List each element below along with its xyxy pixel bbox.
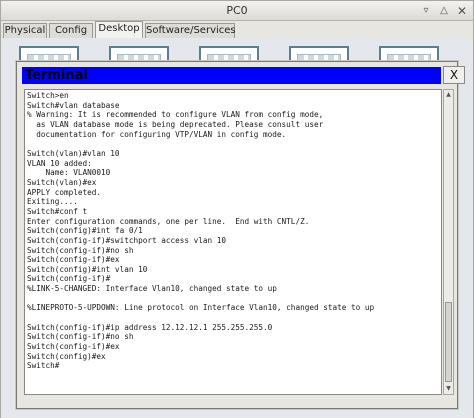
console-line: Switch>en — [27, 91, 69, 100]
console-line: Enter configuration commands, one per li… — [27, 216, 310, 226]
console-line: Switch(config-if)#ex — [27, 342, 120, 352]
console-output: Switch>en Switch#vlan database% Warning: … — [27, 91, 437, 371]
tab-desktop[interactable]: Desktop — [95, 21, 143, 38]
console-line: Switch(vlan)#vlan 10 — [27, 148, 120, 158]
console-line: Switch#conf t — [27, 206, 88, 216]
console-line: Switch(config-if)#no sh — [27, 332, 134, 342]
tab-physical[interactable]: Physical — [3, 23, 47, 38]
terminal-window: Terminal X Switch>en Switch#vlan database… — [16, 61, 465, 409]
pc0-window: PC0 ▿ △ ✕ Physical Config Desktop Softwa… — [0, 0, 474, 418]
console-line: %LINEPROTO-5-UPDOWN: Line protocol on In… — [27, 303, 375, 313]
terminal-close-button[interactable]: X — [443, 66, 465, 84]
tab-config[interactable]: Config — [49, 23, 93, 38]
console-line: Name: VLAN0010 — [27, 168, 111, 178]
terminal-console[interactable]: Switch>en Switch#vlan database% Warning: … — [24, 89, 442, 395]
console-line: Switch(config-if)#switchport access vlan… — [27, 235, 227, 245]
console-line: APPLY completed. — [27, 187, 102, 197]
close-icon[interactable]: ✕ — [455, 4, 469, 18]
console-line: % Warning: It is recommended to configur… — [27, 110, 324, 120]
console-line: Switch# — [27, 361, 60, 371]
scroll-thumb[interactable] — [445, 302, 452, 382]
console-line: Switch(vlan)#ex — [27, 177, 97, 187]
console-line: Switch(config)#int vlan 10 — [27, 264, 148, 274]
console-line: as VLAN database mode is being deprecate… — [27, 119, 324, 129]
tab-software-services[interactable]: Software/Services — [145, 23, 236, 38]
scroll-up-icon[interactable]: ▲ — [444, 90, 453, 100]
scroll-down-icon[interactable]: ▼ — [444, 384, 453, 394]
console-line: Switch#vlan database — [27, 100, 120, 110]
minimize-icon[interactable]: ▿ — [419, 4, 433, 18]
console-line: Switch(config)#int fa 0/1 — [27, 226, 143, 236]
console-line: Switch(config-if)#no sh — [27, 245, 134, 255]
window-title: PC0 — [226, 4, 248, 17]
console-line: Switch(config-if)#ip address 12.12.12.1 … — [27, 322, 273, 332]
console-line: documentation for configuring VTP/VLAN i… — [27, 129, 287, 139]
terminal-title: Terminal — [25, 68, 88, 83]
console-line: Exiting.... — [27, 197, 78, 207]
console-line: Switch(config-if)#ex — [27, 255, 120, 265]
console-scrollbar[interactable]: ▲ ▼ — [443, 89, 454, 395]
window-titlebar: PC0 ▿ △ ✕ — [1, 1, 473, 21]
terminal-titlebar[interactable]: Terminal — [22, 67, 441, 84]
console-line: VLAN 10 added: — [27, 158, 92, 168]
console-line: Switch(config-if)# — [27, 274, 111, 284]
tab-bar: Physical Config Desktop Software/Service… — [1, 21, 473, 38]
maximize-icon[interactable]: △ — [437, 4, 451, 18]
console-line: Switch(config)#ex — [27, 351, 106, 361]
console-line: %LINK-5-CHANGED: Interface Vlan10, chang… — [27, 284, 277, 294]
